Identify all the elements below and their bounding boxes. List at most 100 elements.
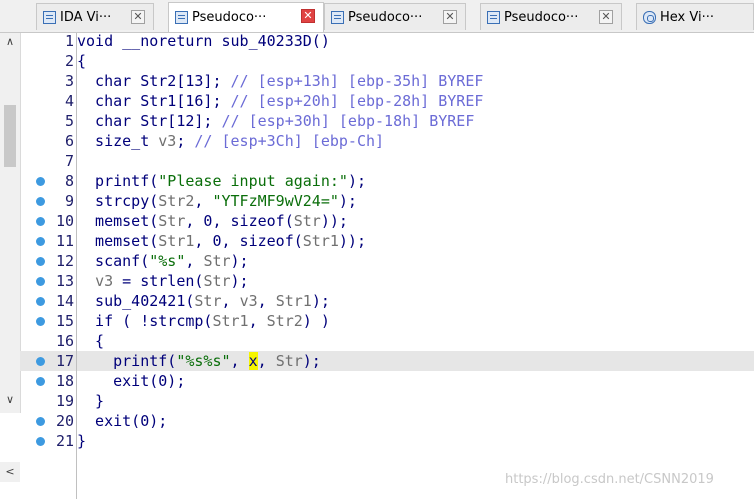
code-text[interactable]: exit(0); [77,371,185,391]
code-text[interactable]: size_t v3; // [esp+3Ch] [ebp-Ch] [77,131,384,151]
code-text[interactable]: scanf("%s", Str); [77,251,249,271]
code-line[interactable]: 11 memset(Str1, 0, sizeof(Str1)); [20,231,754,251]
code-text[interactable]: { [77,51,86,71]
close-tab-icon[interactable]: ✕ [301,9,315,23]
breakpoint-dot-icon[interactable] [36,177,45,186]
scrollbar-thumb[interactable] [4,105,16,167]
code-line[interactable]: 21} [20,431,754,451]
token: if ( !strcmp( [77,312,213,330]
code-text[interactable]: char Str[12]; // [esp+30h] [ebp-18h] BYR… [77,111,474,131]
token: printf( [77,172,159,190]
token-var: Str2 [266,312,303,330]
token-var: v3 [95,272,114,290]
close-tab-icon[interactable]: ✕ [599,10,613,24]
tab-bar: IDA Vi··· ✕ Pseudoco··· ✕ Pseudoco··· ✕ … [0,0,754,33]
code-text[interactable]: printf("Please input again:"); [77,171,366,191]
breakpoint-dot-icon[interactable] [36,297,45,306]
code-line[interactable]: 4 char Str1[16]; // [esp+20h] [ebp-28h] … [20,91,754,111]
tab-pseudocode[interactable]: Pseudoco··· ✕ [480,3,622,30]
code-line[interactable]: 16 { [20,331,754,351]
code-text[interactable]: printf("%s%s", x, Str); [77,351,321,371]
code-line[interactable]: 9 strcpy(Str2, "YTFzMF9wV24="); [20,191,754,211]
pseudocode-icon [331,10,344,24]
token: , [185,252,204,270]
token: ); [311,292,330,310]
code-line[interactable]: 8 printf("Please input again:"); [20,171,754,191]
vertical-scrollbar[interactable]: ∧ ∨ [0,33,21,413]
breakpoint-dot-icon[interactable] [36,417,45,426]
token: , [257,292,276,310]
code-line[interactable]: 13 v3 = strlen(Str); [20,271,754,291]
breakpoint-dot-icon[interactable] [36,237,45,246]
line-number: 8 [64,172,74,190]
code-text[interactable]: } [77,431,86,451]
code-text[interactable]: if ( !strcmp(Str1, Str2) ) [77,311,330,331]
breakpoint-dot-icon[interactable] [36,377,45,386]
line-number: 5 [64,112,74,130]
code-text[interactable]: char Str1[16]; // [esp+20h] [ebp-28h] BY… [77,91,483,111]
code-line[interactable]: 5 char Str[12]; // [esp+30h] [ebp-18h] B… [20,111,754,131]
code-line[interactable]: 3 char Str2[13]; // [esp+13h] [ebp-35h] … [20,71,754,91]
code-text[interactable]: memset(Str, 0, sizeof(Str)); [77,211,348,231]
line-number: 1 [64,32,74,50]
close-tab-icon[interactable]: ✕ [443,10,457,24]
code-line[interactable]: 1 void __noreturn sub_40233D() [20,31,754,51]
line-number: 20 [55,412,74,430]
token: scanf( [77,252,150,270]
tab-hex-view[interactable]: Hex Vi··· [636,3,754,30]
breakpoint-dot-icon[interactable] [36,357,45,366]
scroll-down-icon[interactable]: ∨ [0,391,20,408]
code-text[interactable]: v3 = strlen(Str); [77,271,249,291]
line-number: 12 [55,252,74,270]
code-line[interactable]: 6 size_t v3; // [esp+3Ch] [ebp-Ch] [20,131,754,151]
token: { [77,332,105,350]
code-text[interactable]: strcpy(Str2, "YTFzMF9wV24="); [77,191,357,211]
token: ) ) [302,312,330,330]
token: ); [230,252,249,270]
breakpoint-dot-icon[interactable] [36,277,45,286]
code-text[interactable]: void __noreturn sub_40233D() [77,31,330,51]
token-var: v3 [158,132,177,150]
token: ); [230,272,249,290]
breakpoint-dot-icon[interactable] [36,197,45,206]
code-line[interactable]: 7 [20,151,754,171]
breakpoint-dot-icon[interactable] [36,317,45,326]
code-text[interactable]: { [77,331,104,351]
code-line[interactable]: 15 if ( !strcmp(Str1, Str2) ) [20,311,754,331]
tab-label: IDA Vi··· [60,9,112,25]
token: { [77,52,87,70]
code-line[interactable]: 12 scanf("%s", Str); [20,251,754,271]
scroll-left-icon[interactable]: < [0,462,20,482]
code-line[interactable]: 2{ [20,51,754,71]
code-text[interactable]: exit(0); [77,411,167,431]
code-text[interactable]: sub_402421(Str, v3, Str1); [77,291,330,311]
code-line[interactable]: 20 exit(0); [20,411,754,431]
code-line[interactable]: 18 exit(0); [20,371,754,391]
line-number: 3 [64,72,74,90]
pseudocode-icon [487,10,500,24]
code-line[interactable]: 17 printf("%s%s", x, Str); [20,351,754,371]
scroll-up-icon[interactable]: ∧ [0,33,20,50]
code-line[interactable]: 10 memset(Str, 0, sizeof(Str)); [20,211,754,231]
breakpoint-dot-icon[interactable] [36,257,45,266]
code-line[interactable]: 19 } [20,391,754,411]
code-text[interactable]: memset(Str1, 0, sizeof(Str1)); [77,231,366,251]
tab-ida-view[interactable]: IDA Vi··· ✕ [36,3,154,30]
breakpoint-dot-icon[interactable] [36,217,45,226]
token-comment: // [esp+30h] [ebp-18h] BYREF [221,112,475,130]
token-var: Str1 [212,312,249,330]
code-line[interactable]: 14 sub_402421(Str, v3, Str1); [20,291,754,311]
token-comment: // [esp+20h] [ebp-28h] BYREF [230,92,484,110]
code-text[interactable]: char Str2[13]; // [esp+13h] [ebp-35h] BY… [77,71,483,91]
pseudocode-icon [175,11,188,24]
token-comment: // [esp+3Ch] [ebp-Ch] [194,132,385,150]
breakpoint-dot-icon[interactable] [36,437,45,446]
tab-label: Pseudoco··· [348,9,423,25]
token: , [194,192,213,210]
token: ); [347,172,366,190]
tab-pseudocode-active[interactable]: Pseudoco··· ✕ [168,2,324,32]
close-tab-icon[interactable]: ✕ [131,10,145,24]
token: , 0, sizeof( [185,212,294,230]
code-text[interactable]: } [77,391,104,411]
tab-pseudocode[interactable]: Pseudoco··· ✕ [324,3,466,30]
